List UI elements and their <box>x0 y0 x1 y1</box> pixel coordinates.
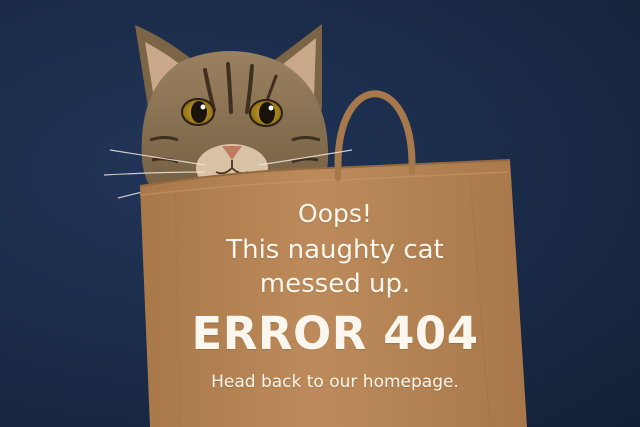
error-headline: Oops! <box>298 199 372 228</box>
error-message-line-2: messed up. <box>259 269 411 299</box>
error-message-line-1: This naughty cat <box>226 235 444 265</box>
error-code: ERROR 404 <box>191 307 479 360</box>
error-404-page: Oops! This naughty cat messed up. ERROR … <box>0 0 640 427</box>
bag-handle <box>334 90 416 169</box>
homepage-link[interactable]: Head back to our homepage. <box>150 370 520 394</box>
